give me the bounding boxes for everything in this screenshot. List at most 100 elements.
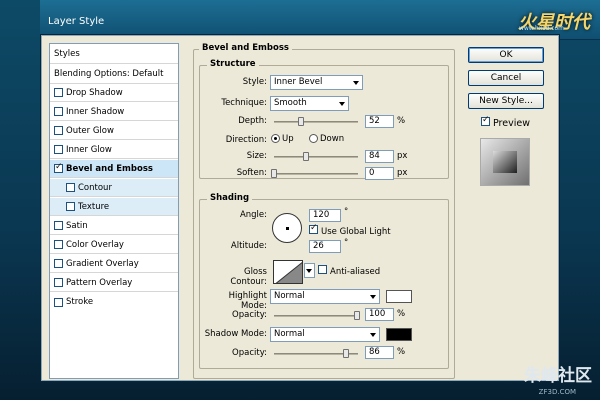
style-bevel-emboss[interactable]: Bevel and Emboss <box>50 160 178 178</box>
altitude-label: Altitude: <box>230 241 267 251</box>
checkbox[interactable] <box>54 88 63 97</box>
styles-header[interactable]: Styles <box>50 44 178 64</box>
watermark: 朱峰社区 <box>524 366 592 386</box>
new-style-button[interactable]: New Style... <box>468 93 544 109</box>
altitude-unit: ° <box>344 238 349 248</box>
shadow-opacity-unit: % <box>397 347 406 357</box>
style-drop-shadow[interactable]: Drop Shadow <box>50 84 178 102</box>
size-slider-handle[interactable] <box>303 152 309 161</box>
depth-slider[interactable] <box>274 121 358 123</box>
soften-slider[interactable] <box>274 173 358 175</box>
checkbox[interactable] <box>66 202 75 211</box>
highlight-color-swatch[interactable] <box>386 290 412 303</box>
radio-down[interactable] <box>309 134 318 143</box>
altitude-input[interactable]: 26 <box>309 240 341 253</box>
checkbox[interactable] <box>54 107 63 116</box>
style-select[interactable]: Inner Bevel <box>270 75 363 90</box>
preview-checkbox[interactable] <box>481 115 490 126</box>
gloss-contour-label: Gloss Contour: <box>230 267 267 287</box>
watermark-url: ZF3D.COM <box>538 388 576 396</box>
checkbox[interactable] <box>54 145 63 154</box>
direction-label: Direction: <box>225 135 267 145</box>
depth-input[interactable]: 52 <box>365 115 394 128</box>
highlight-opacity-unit: % <box>397 309 406 319</box>
checkbox[interactable] <box>54 278 63 287</box>
style-stroke[interactable]: Stroke <box>50 293 178 311</box>
checkbox[interactable] <box>54 240 63 249</box>
style-inner-shadow[interactable]: Inner Shadow <box>50 103 178 121</box>
style-contour[interactable]: Contour <box>50 179 178 197</box>
depth-label: Depth: <box>238 116 267 126</box>
global-light-checkbox[interactable] <box>309 223 318 234</box>
styles-list: Styles Blending Options: Default Drop Sh… <box>49 43 179 379</box>
shadow-opacity-input[interactable]: 86 <box>365 346 394 359</box>
angle-dial[interactable] <box>272 213 302 243</box>
style-pattern-overlay[interactable]: Pattern Overlay <box>50 274 178 292</box>
shadow-mode-label: Shadow Mode: <box>204 329 267 339</box>
depth-unit: % <box>397 116 406 126</box>
chevron-down-icon <box>370 295 376 299</box>
use-global-light[interactable]: Use Global Light <box>309 223 391 237</box>
highlight-mode-label: Highlight Mode: <box>228 291 267 311</box>
shadow-opacity-label: Opacity: <box>232 348 267 358</box>
technique-label: Technique: <box>221 98 267 108</box>
style-inner-glow[interactable]: Inner Glow <box>50 141 178 159</box>
direction-up[interactable]: Up <box>271 134 294 144</box>
chevron-down-icon <box>353 81 359 85</box>
technique-select[interactable]: Smooth <box>270 96 349 111</box>
highlight-opacity-handle[interactable] <box>354 311 360 320</box>
size-label: Size: <box>246 151 267 161</box>
gloss-contour-picker[interactable] <box>273 260 303 284</box>
shadow-color-swatch[interactable] <box>386 328 412 341</box>
section-title: Bevel and Emboss <box>199 43 292 53</box>
cancel-button[interactable]: Cancel <box>468 70 544 86</box>
chevron-down-icon <box>370 333 376 337</box>
shadow-opacity-handle[interactable] <box>343 349 349 358</box>
shading-title: Shading <box>207 193 253 203</box>
style-outer-glow[interactable]: Outer Glow <box>50 122 178 140</box>
layer-style-dialog: Styles Blending Options: Default Drop Sh… <box>40 34 560 382</box>
soften-slider-handle[interactable] <box>271 169 277 178</box>
size-unit: px <box>397 151 408 161</box>
size-input[interactable]: 84 <box>365 150 394 163</box>
angle-input[interactable]: 120 <box>309 209 341 222</box>
ok-button[interactable]: OK <box>468 47 544 63</box>
highlight-opacity-input[interactable]: 100 <box>365 308 394 321</box>
style-preview-swatch <box>480 138 530 186</box>
soften-input[interactable]: 0 <box>365 167 394 180</box>
blending-options[interactable]: Blending Options: Default <box>50 64 178 84</box>
angle-unit: ° <box>344 207 349 217</box>
checkbox[interactable] <box>54 126 63 135</box>
checkbox[interactable] <box>54 221 63 230</box>
angle-label: Angle: <box>239 210 267 220</box>
checkbox[interactable] <box>54 162 63 173</box>
logo-url: www.hxsd.com <box>518 25 564 32</box>
radio-up[interactable] <box>271 134 280 143</box>
window-title: Layer Style <box>48 16 105 27</box>
style-texture[interactable]: Texture <box>50 198 178 216</box>
chevron-down-icon <box>306 269 312 273</box>
highlight-mode-select[interactable]: Normal <box>270 289 380 304</box>
style-color-overlay[interactable]: Color Overlay <box>50 236 178 254</box>
highlight-opacity-slider[interactable] <box>274 315 358 317</box>
gloss-contour-dropdown[interactable] <box>304 263 315 278</box>
anti-aliased[interactable]: Anti-aliased <box>318 265 380 277</box>
chevron-down-icon <box>339 102 345 106</box>
checkbox[interactable] <box>54 259 63 268</box>
anti-aliased-checkbox[interactable] <box>318 265 327 274</box>
soften-unit: px <box>397 168 408 178</box>
preview-toggle[interactable]: Preview <box>481 115 530 129</box>
checkbox[interactable] <box>66 183 75 192</box>
depth-slider-handle[interactable] <box>298 117 304 126</box>
soften-label: Soften: <box>236 168 267 178</box>
style-label: Style: <box>242 77 267 87</box>
highlight-opacity-label: Opacity: <box>232 310 267 320</box>
checkbox[interactable] <box>54 297 63 307</box>
size-slider[interactable] <box>274 156 358 158</box>
contour-curve-icon <box>275 261 302 283</box>
structure-title: Structure <box>207 59 259 69</box>
style-satin[interactable]: Satin <box>50 217 178 235</box>
shadow-mode-select[interactable]: Normal <box>270 327 380 342</box>
direction-down[interactable]: Down <box>309 134 344 144</box>
style-gradient-overlay[interactable]: Gradient Overlay <box>50 255 178 273</box>
